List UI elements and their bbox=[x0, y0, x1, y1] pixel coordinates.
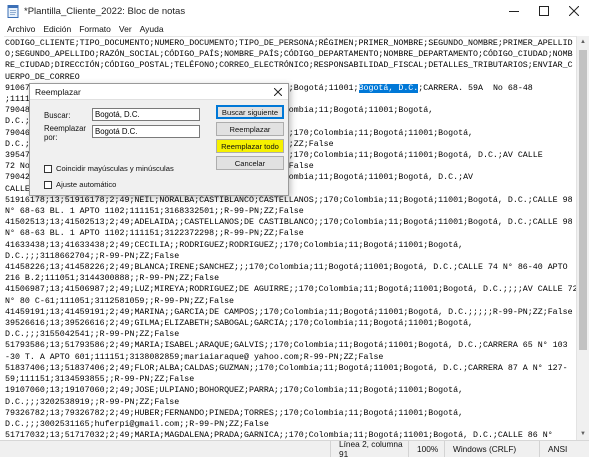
match-case-checkbox[interactable] bbox=[44, 165, 52, 173]
text-line: N° 68-63 BL. 1 APTO 1102;111151;31223722… bbox=[5, 229, 304, 239]
vertical-scrollbar[interactable]: ▲ ▼ bbox=[576, 36, 589, 440]
replace-dialog: Reemplazar Buscar: Bogotá, D.C. Reemplaz… bbox=[29, 83, 289, 196]
replace-label-suffix: por: bbox=[44, 133, 58, 142]
text-line: UERPO_DE_CORREO bbox=[5, 72, 80, 82]
close-icon[interactable] bbox=[272, 86, 284, 98]
status-bar: Línea 2, columna 91 100% Windows (CRLF) … bbox=[0, 439, 589, 457]
find-next-button[interactable]: Buscar siguiente bbox=[216, 105, 284, 119]
menu-archivo[interactable]: Archivo bbox=[0, 24, 39, 34]
text-line: 79326782;13;79326782;2;49;HUBER;FERNANDO… bbox=[5, 408, 464, 418]
selected-text: Bogotá, D.C. bbox=[358, 83, 419, 93]
replace-button[interactable]: Reemplazar bbox=[216, 122, 284, 136]
find-input[interactable]: Bogotá, D.C. bbox=[92, 108, 200, 121]
text-line: 41506987;13;41506987;2;49;LUZ;MIREYA;ROD… bbox=[5, 285, 576, 295]
text-line: 19107060;13;19107060;2;49;JOSE;ULPIANO;B… bbox=[5, 386, 464, 396]
menu-ayuda[interactable]: Ayuda bbox=[136, 24, 168, 34]
replace-label: Reemplazar bbox=[44, 124, 87, 133]
menu-formato[interactable]: Formato bbox=[75, 24, 115, 34]
scroll-down-icon[interactable]: ▼ bbox=[577, 428, 589, 440]
close-icon[interactable] bbox=[559, 0, 589, 22]
wrap-around-checkbox[interactable] bbox=[44, 181, 52, 189]
title-bar: *Plantilla_Cliente_2022: Bloc de notas bbox=[0, 0, 589, 22]
find-label: Buscar: bbox=[44, 111, 71, 120]
minimize-icon[interactable] bbox=[499, 0, 529, 22]
menu-edicion[interactable]: Edición bbox=[39, 24, 75, 34]
text-line: CODIGO_CLIENTE;TIPO_DOCUMENTO;NUMERO_DOC… bbox=[5, 39, 573, 48]
menu-ver[interactable]: Ver bbox=[115, 24, 136, 34]
text-line: 59;111151;3134593855;;R-99-PN;ZZ;False bbox=[5, 375, 195, 385]
text-line: 39526616;13;39526616;2;49;GILMA;ELIZABET… bbox=[5, 319, 474, 329]
text-line: RE_CIUDAD;DIRECCIÓN;CÓDIGO_POSTAL;TELÉFO… bbox=[5, 61, 573, 71]
scrollbar-thumb[interactable] bbox=[579, 50, 587, 350]
zoom-level: 100% bbox=[408, 440, 444, 457]
text-line: D.C.;;;3118662704;;R-99-PN;ZZ;False bbox=[5, 251, 180, 261]
text-segment: ;CARRERA. 59A No 68-48 bbox=[418, 83, 533, 93]
replace-all-button[interactable]: Reemplazar todo bbox=[216, 139, 284, 153]
text-line: 51837406;13;51837406;2;49;FLOR;ALBA;CALD… bbox=[5, 363, 568, 373]
encoding: ANSI bbox=[539, 440, 589, 457]
replace-input[interactable]: Bogotá D.C. bbox=[92, 125, 200, 138]
notepad-icon bbox=[7, 4, 19, 18]
menu-bar: Archivo Edición Formato Ver Ayuda bbox=[0, 22, 589, 36]
line-ending: Windows (CRLF) bbox=[444, 440, 539, 457]
text-line: 41459191;13;41459191;2;49;MARINA;;GARCIA… bbox=[5, 307, 573, 317]
text-line: D.C.;;;3002531165;huferpi@gmail.com;;R-9… bbox=[5, 419, 269, 429]
cursor-position: Línea 2, columna 91 bbox=[330, 439, 408, 457]
text-line: 41458226;13;41458226;2;49;BLANCA;IRENE;S… bbox=[5, 263, 568, 273]
text-line: 51793586;13;51793586;2;49;MARIA;ISABEL;A… bbox=[5, 341, 568, 351]
text-line: O;SEGUNDO_APELLIDO;RAZÓN_SOCIAL;CÓDIGO_P… bbox=[5, 50, 573, 60]
text-line: 41633438;13;41633438;2;49;CECILIA;;RODRI… bbox=[5, 240, 464, 250]
maximize-icon[interactable] bbox=[529, 0, 559, 22]
text-line: 51717032;13;51717032;2;49;MARIA;MAGDALEN… bbox=[5, 431, 553, 440]
dialog-title: Reemplazar bbox=[35, 86, 81, 97]
text-line: N° 68-63 BL. 1 APTO 1102;111151;31683325… bbox=[5, 207, 304, 217]
wrap-around-label: Ajuste automático bbox=[56, 180, 117, 189]
text-line: 51916178;13;51916178;2;49;NEIL;NORALBA;C… bbox=[5, 195, 573, 205]
cancel-button[interactable]: Cancelar bbox=[216, 156, 284, 170]
text-line: -30 T. A APTO 601;111151;3138082859;mari… bbox=[5, 352, 384, 362]
text-line: D.C.;;;3202538919;;R-99-PN;ZZ;False bbox=[5, 397, 180, 407]
scroll-up-icon[interactable]: ▲ bbox=[577, 36, 589, 48]
window-title: *Plantilla_Cliente_2022: Bloc de notas bbox=[24, 5, 186, 17]
text-line: 41502513;13;41502513;2;49;ADELAIDA;;CAST… bbox=[5, 218, 573, 228]
text-line: D.C.;;;3155042541;;R-99-PN;ZZ;False bbox=[5, 330, 180, 340]
text-line: N° 80 C-61;111051;3112581059;;R-99-PN;ZZ… bbox=[5, 296, 235, 306]
match-case-label: Coincidir mayúsculas y minúsculas bbox=[56, 164, 174, 173]
text-line: 216 B.2;111051;3144300888;;R-99-PN;ZZ;Fa… bbox=[5, 274, 220, 284]
dialog-title-bar: Reemplazar bbox=[30, 84, 288, 100]
